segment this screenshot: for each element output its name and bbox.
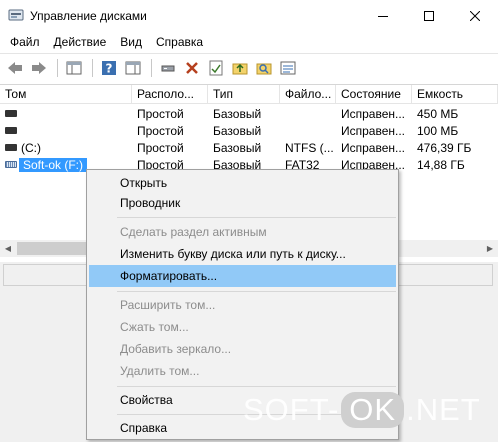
menu-separator xyxy=(117,217,396,218)
folder-up-button[interactable] xyxy=(229,57,251,79)
delete-icon xyxy=(186,61,198,74)
menu-view[interactable]: Вид xyxy=(113,31,149,53)
forward-arrow-icon xyxy=(32,61,46,74)
volume-status: Исправен... xyxy=(341,124,406,138)
menu-item-extend-volume: Расширить том... xyxy=(120,298,216,312)
delete-button[interactable] xyxy=(181,57,203,79)
console-tree-button[interactable] xyxy=(63,57,85,79)
volume-icon xyxy=(5,127,17,135)
volume-capacity: 450 МБ xyxy=(417,107,459,121)
watermark: SOFT- OK .NET xyxy=(243,392,481,428)
close-icon xyxy=(470,10,480,21)
properties-button[interactable] xyxy=(277,57,299,79)
menu-item-explorer[interactable]: Проводник xyxy=(89,192,396,214)
volume-capacity: 14,88 ГБ xyxy=(417,158,465,172)
column-header-capacity[interactable]: Емкость xyxy=(412,85,498,104)
maximize-icon xyxy=(424,10,434,21)
properties-icon xyxy=(280,61,296,74)
table-row[interactable]: Простой Базовый Исправен... 450 МБ xyxy=(0,106,498,123)
volume-name-selected: Soft-ok (F:) xyxy=(19,158,88,172)
connect-drive-icon xyxy=(161,65,175,71)
toolbar-separator xyxy=(151,58,152,77)
volume-capacity: 100 МБ xyxy=(417,124,459,138)
volume-type: Базовый xyxy=(213,141,262,155)
watermark-text-right: .NET xyxy=(406,392,481,427)
volume-type: Базовый xyxy=(213,107,262,121)
volume-layout: Простой xyxy=(137,141,184,155)
column-header-filesystem[interactable]: Файло... xyxy=(280,85,336,104)
volume-icon xyxy=(5,144,17,152)
menu-action[interactable]: Действие xyxy=(47,31,114,53)
back-button[interactable] xyxy=(4,57,26,79)
toolbar-separator xyxy=(57,58,58,77)
search-folder-button[interactable] xyxy=(253,57,275,79)
action-pane-icon xyxy=(125,61,141,74)
menu-item-format[interactable]: Форматировать... xyxy=(89,265,396,287)
title-bar: Управление дисками xyxy=(0,0,498,31)
forward-button[interactable] xyxy=(28,57,50,79)
action-pane-button[interactable] xyxy=(122,57,144,79)
column-header-type[interactable]: Тип xyxy=(208,85,280,104)
column-header-volume[interactable]: Том xyxy=(0,85,132,104)
minimize-icon xyxy=(378,15,388,17)
minimize-button[interactable] xyxy=(360,0,406,31)
volume-layout: Простой xyxy=(137,107,184,121)
column-header-status[interactable]: Состояние xyxy=(336,85,412,104)
close-button[interactable] xyxy=(452,0,498,31)
scroll-right-arrow-icon[interactable]: ▶ xyxy=(484,242,496,255)
column-header-row: Том Располо... Тип Файло... Состояние Ем… xyxy=(0,85,498,104)
console-tree-icon xyxy=(66,61,82,74)
table-row[interactable]: (C:) Простой Базовый NTFS (... Исправен.… xyxy=(0,140,498,157)
menu-item-change-drive-letter[interactable]: Изменить букву диска или путь к диску... xyxy=(89,243,396,265)
menu-item-shrink-volume: Сжать том... xyxy=(120,320,189,334)
menu-bar: Файл Действие Вид Справка xyxy=(0,31,498,53)
svg-text:?: ? xyxy=(106,61,113,75)
help-icon: ? xyxy=(102,60,116,75)
scroll-left-arrow-icon[interactable]: ◀ xyxy=(2,242,14,255)
menu-item-mark-active: Сделать раздел активным xyxy=(120,225,267,239)
menu-file[interactable]: Файл xyxy=(0,31,47,53)
menu-separator xyxy=(117,386,396,387)
connect-drive-button[interactable] xyxy=(157,57,179,79)
volume-status: Исправен... xyxy=(341,107,406,121)
watermark-text-left: SOFT- xyxy=(243,392,340,427)
disk-management-app-icon xyxy=(8,8,24,22)
checklist-button[interactable] xyxy=(205,57,227,79)
volume-capacity: 476,39 ГБ xyxy=(417,141,472,155)
usb-drive-icon xyxy=(5,161,17,169)
folder-up-icon xyxy=(232,63,248,74)
search-folder-icon xyxy=(256,63,272,74)
menu-item-delete-volume: Удалить том... xyxy=(120,364,200,378)
checklist-icon xyxy=(209,60,223,75)
volume-type: Базовый xyxy=(213,124,262,138)
volume-status: Исправен... xyxy=(341,141,406,155)
table-row[interactable]: Простой Базовый Исправен... 100 МБ xyxy=(0,123,498,140)
toolbar-separator xyxy=(92,58,93,77)
volume-filesystem: NTFS (... xyxy=(285,141,334,155)
volume-filesystem xyxy=(280,106,336,123)
volume-name: (C:) xyxy=(21,141,41,155)
back-arrow-icon xyxy=(8,61,22,74)
watermark-text-ok: OK xyxy=(341,392,405,428)
menu-separator xyxy=(117,291,396,292)
window-title: Управление дисками xyxy=(30,9,147,23)
menu-item-add-mirror: Добавить зеркало... xyxy=(120,342,232,356)
toolbar: ? xyxy=(0,53,498,81)
maximize-button[interactable] xyxy=(406,0,452,31)
menu-item-open[interactable]: Открыть xyxy=(89,172,396,194)
help-button[interactable]: ? xyxy=(98,57,120,79)
volume-layout: Простой xyxy=(137,124,184,138)
volume-icon xyxy=(5,110,17,118)
column-header-layout[interactable]: Располо... xyxy=(132,85,208,104)
menu-help[interactable]: Справка xyxy=(149,31,210,53)
volume-filesystem xyxy=(280,123,336,140)
